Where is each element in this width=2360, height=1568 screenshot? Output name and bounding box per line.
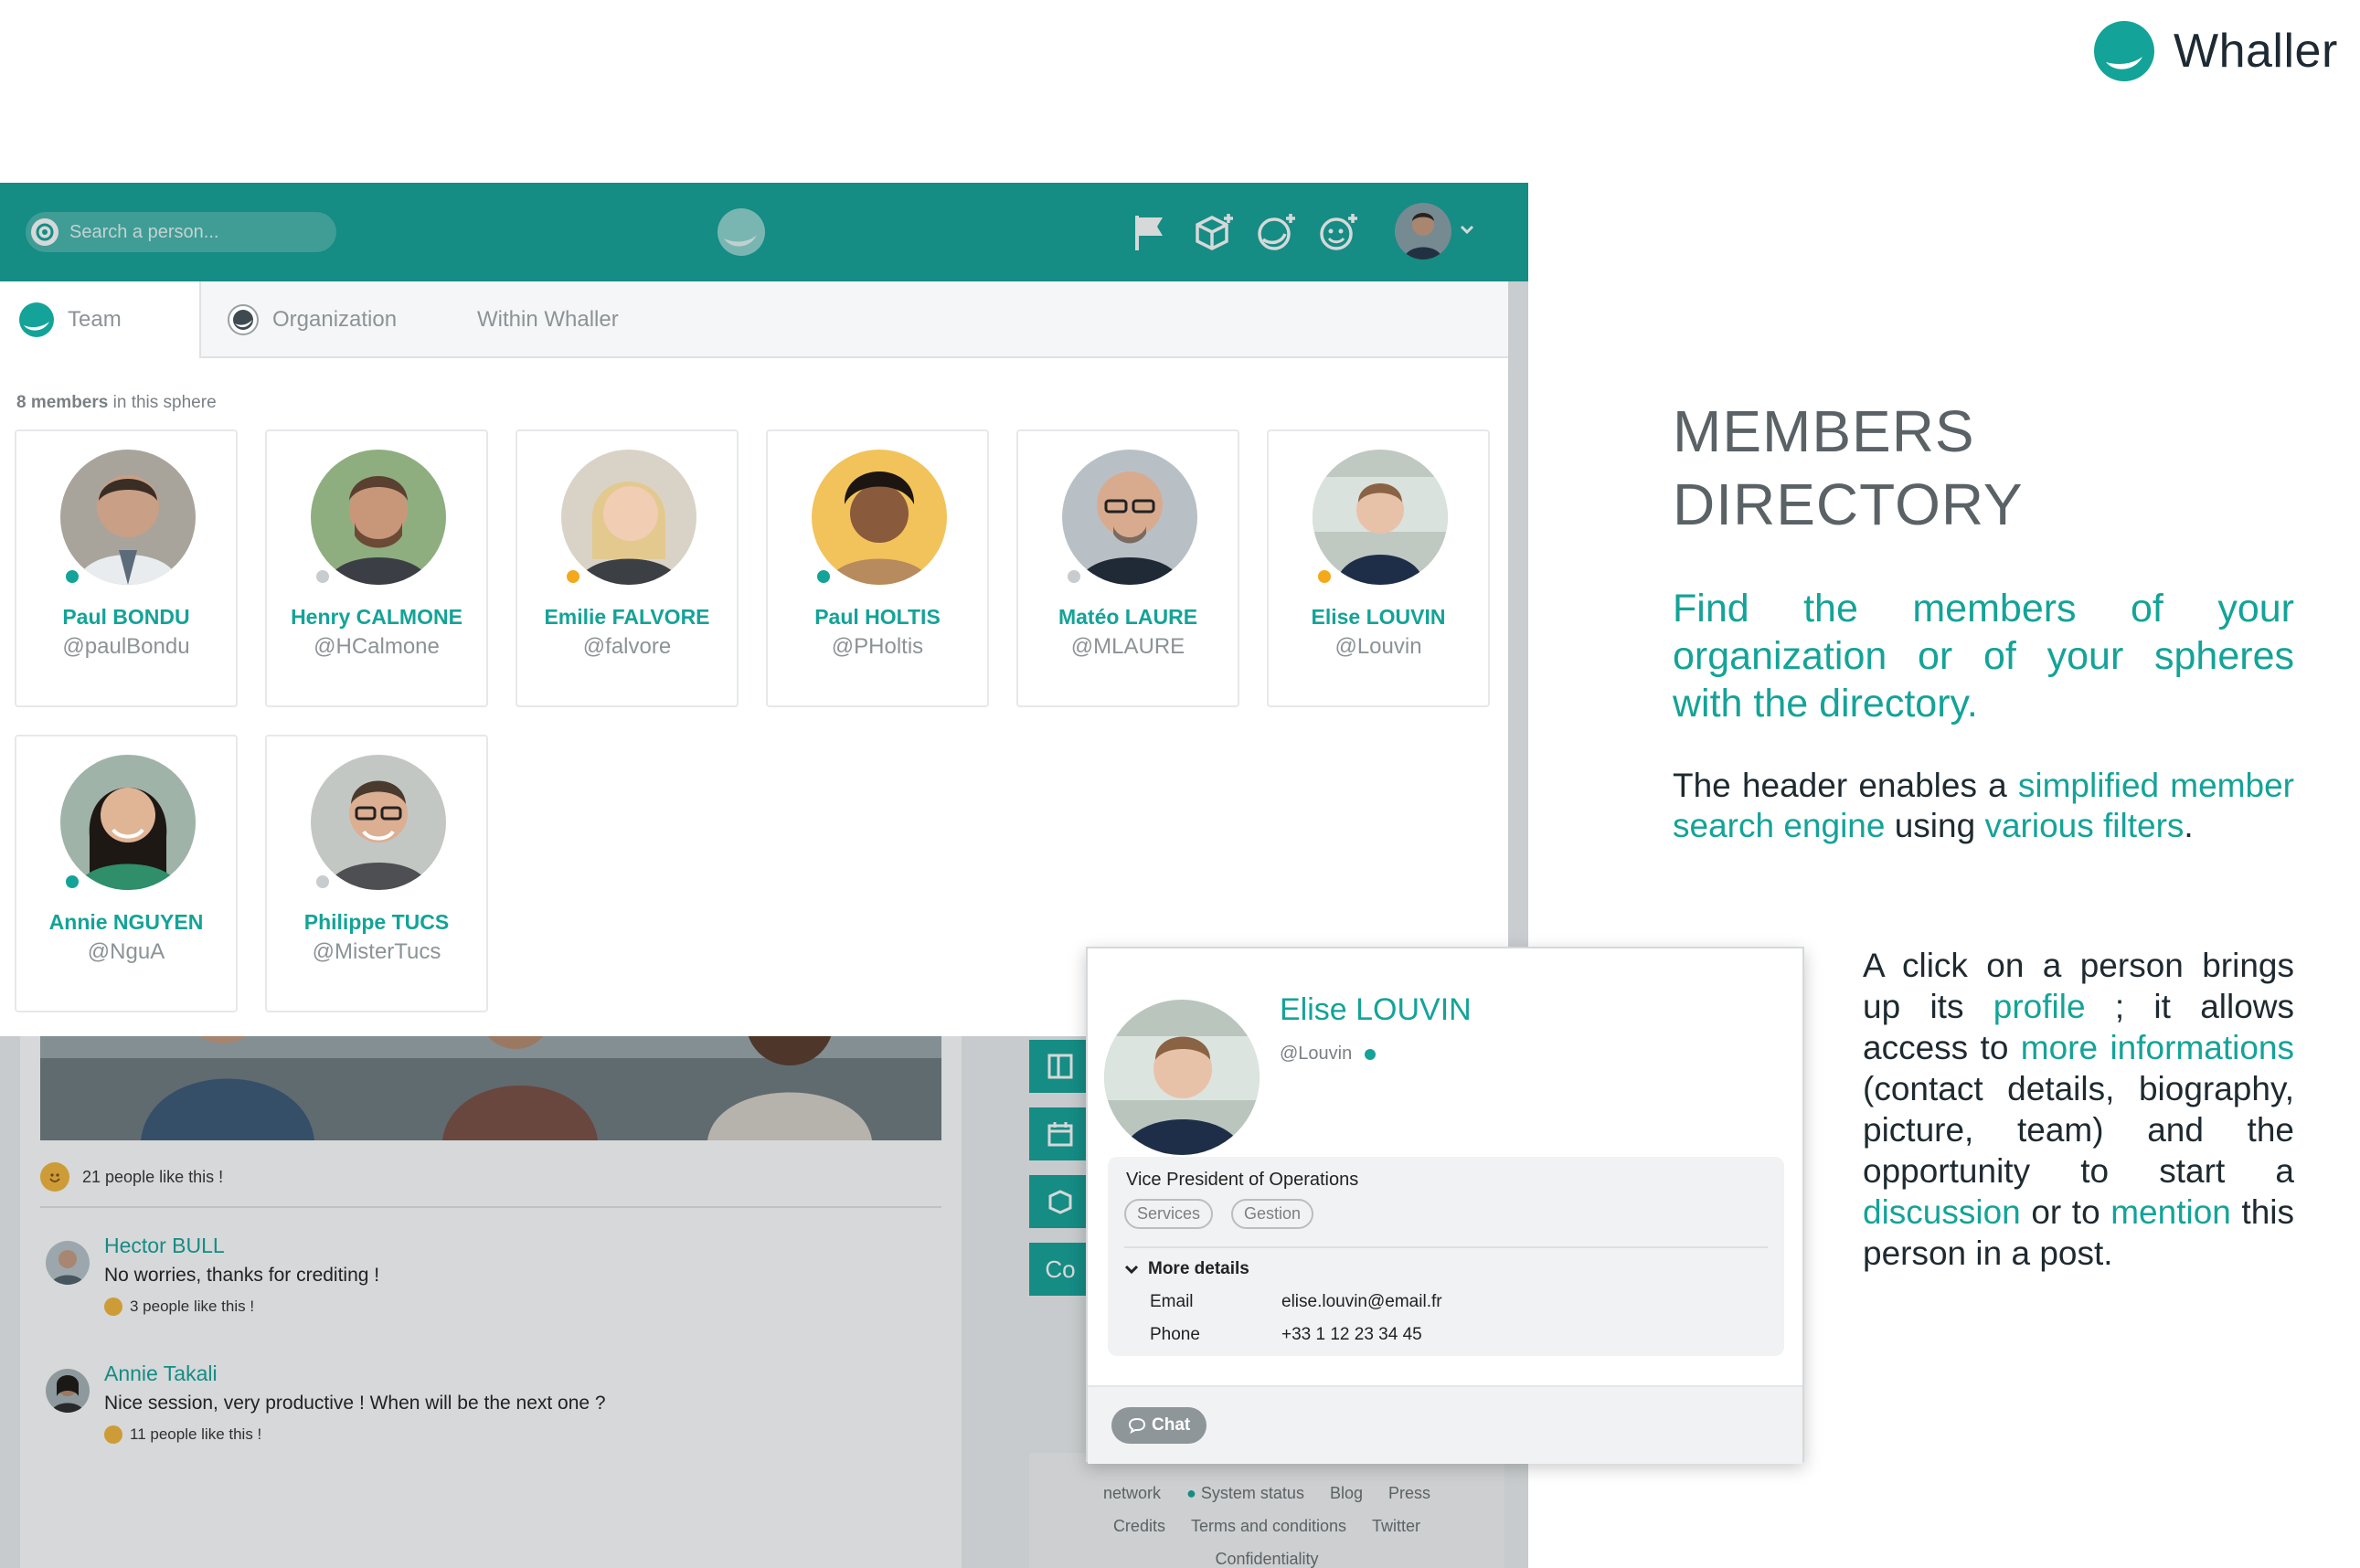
member-handle: @paulBondu <box>62 634 190 659</box>
email-value[interactable]: elise.louvin@email.fr <box>1281 1292 1442 1312</box>
section-heading: MEMBERS DIRECTORY <box>1673 395 2024 541</box>
member-handle: @NguA <box>87 939 165 964</box>
tab-label: Team <box>68 307 122 332</box>
profile-name: Elise LOUVIN <box>1280 992 1472 1027</box>
member-card[interactable]: Henry CALMONE @HCalmone <box>265 429 488 707</box>
member-card[interactable]: Paul HOLTIS @PHoltis <box>766 429 989 707</box>
lead-text: Find the members of your organization or… <box>1673 587 2294 726</box>
more-details-label: More details <box>1148 1259 1249 1278</box>
members-count-suffix: in this sphere <box>108 393 217 412</box>
phone-label: Phone <box>1150 1325 1200 1344</box>
tab-label: Within Whaller <box>477 307 619 332</box>
text-run: (contact details, biography, picture, te… <box>1863 1070 2294 1190</box>
member-card[interactable]: Elise LOUVIN @Louvin <box>1267 429 1490 707</box>
member-name: Henry CALMONE <box>291 605 462 629</box>
header-description: The header enables a simplified member s… <box>1673 766 2294 846</box>
brand-name: Whaller <box>2174 25 2338 78</box>
profile-tags: Services Gestion <box>1124 1199 1314 1229</box>
profile-actions: Chat <box>1088 1385 1802 1464</box>
member-name: Philippe TUCS <box>303 910 450 934</box>
member-card[interactable]: Philippe TUCS @MisterTucs <box>265 735 488 1012</box>
whaller-logo-icon <box>2094 21 2154 81</box>
tab-within-whaller[interactable]: Within Whaller <box>477 281 619 358</box>
phone-value[interactable]: +33 1 12 23 34 45 <box>1281 1325 1422 1345</box>
profile-tag[interactable]: Gestion <box>1231 1199 1314 1229</box>
profile-description: A click on a person brings up its profil… <box>1863 945 2294 1274</box>
status-dot <box>64 568 80 585</box>
status-dot <box>314 568 331 585</box>
member-name: Annie NGUYEN <box>48 910 204 934</box>
member-card[interactable]: Matéo LAURE @MLAURE <box>1016 429 1239 707</box>
member-avatar <box>60 755 196 890</box>
more-details-toggle[interactable]: More details <box>1124 1259 1249 1279</box>
profile-handle: @Louvin <box>1280 1044 1353 1064</box>
text-highlight: profile <box>1993 988 2086 1025</box>
email-label: Email <box>1150 1292 1194 1311</box>
member-avatar <box>311 755 446 890</box>
tab-organization[interactable]: Organization <box>227 281 397 358</box>
status-dot <box>1066 568 1082 585</box>
member-avatar <box>311 450 446 585</box>
text-run: The header enables a <box>1673 767 2018 804</box>
chevron-down-icon <box>1124 1265 1139 1275</box>
scrollbar[interactable] <box>1508 281 1528 1036</box>
member-card[interactable]: Emilie FALVORE @falvore <box>516 429 739 707</box>
chat-button[interactable]: Chat <box>1111 1407 1207 1444</box>
profile-popup: Elise LOUVIN @Louvin Vice President of O… <box>1086 947 1804 1464</box>
text-highlight: more informations <box>2020 1029 2294 1066</box>
member-avatar <box>1062 450 1197 585</box>
member-card[interactable]: Paul BONDU @paulBondu <box>15 429 238 707</box>
text-run: or to <box>2020 1193 2111 1231</box>
whaller-brand: Whaller <box>2093 18 2338 84</box>
profile-role: Vice President of Operations <box>1126 1170 1359 1190</box>
text-highlight: various filters <box>1984 807 2185 844</box>
text-highlight: mention <box>2110 1193 2231 1231</box>
member-avatar <box>60 450 196 585</box>
member-name: Paul BONDU <box>62 605 190 629</box>
heading-line: MEMBERS <box>1673 398 1975 464</box>
status-dot <box>565 568 581 585</box>
member-handle: @Louvin <box>1334 634 1422 659</box>
member-avatar <box>1313 450 1448 585</box>
status-dot <box>815 568 832 585</box>
team-sphere-icon <box>19 302 54 337</box>
status-dot <box>314 874 331 890</box>
chat-button-label: Chat <box>1152 1415 1191 1435</box>
member-name: Emilie FALVORE <box>544 605 710 629</box>
members-count: 8 members in this sphere <box>16 393 217 413</box>
organization-icon <box>228 304 259 335</box>
status-dot <box>64 874 80 890</box>
members-directory-panel: Team Organization Within Whaller 8 membe… <box>0 281 1508 1036</box>
heading-line: DIRECTORY <box>1673 471 2024 537</box>
member-avatar <box>812 450 947 585</box>
member-handle: @MisterTucs <box>312 939 441 964</box>
tab-team[interactable]: Team <box>0 281 201 358</box>
member-handle: @falvore <box>582 634 672 659</box>
members-count-number: 8 members <box>16 393 109 412</box>
divider <box>1124 1246 1768 1248</box>
chat-bubble-icon <box>1128 1417 1146 1434</box>
member-avatar <box>561 450 696 585</box>
profile-tag[interactable]: Services <box>1124 1199 1214 1229</box>
directory-tabs: Team Organization Within Whaller <box>0 281 1508 358</box>
profile-handle-row: @Louvin <box>1280 1044 1377 1065</box>
tab-label: Organization <box>272 307 398 332</box>
member-handle: @MLAURE <box>1070 634 1185 659</box>
status-dot <box>1316 568 1333 585</box>
member-name: Matéo LAURE <box>1058 605 1198 629</box>
member-card[interactable]: Annie NGUYEN @NguA <box>15 735 238 1012</box>
member-handle: @PHoltis <box>831 634 924 659</box>
member-name: Elise LOUVIN <box>1311 605 1446 629</box>
member-name: Paul HOLTIS <box>814 605 941 629</box>
profile-details: Vice President of Operations Services Ge… <box>1108 1157 1784 1356</box>
text-run: using <box>1885 807 1985 844</box>
text-run: . <box>2184 807 2194 844</box>
member-handle: @HCalmone <box>314 634 440 659</box>
online-status-dot <box>1365 1048 1377 1060</box>
text-highlight: discussion <box>1863 1193 2021 1231</box>
profile-avatar <box>1104 1000 1260 1155</box>
